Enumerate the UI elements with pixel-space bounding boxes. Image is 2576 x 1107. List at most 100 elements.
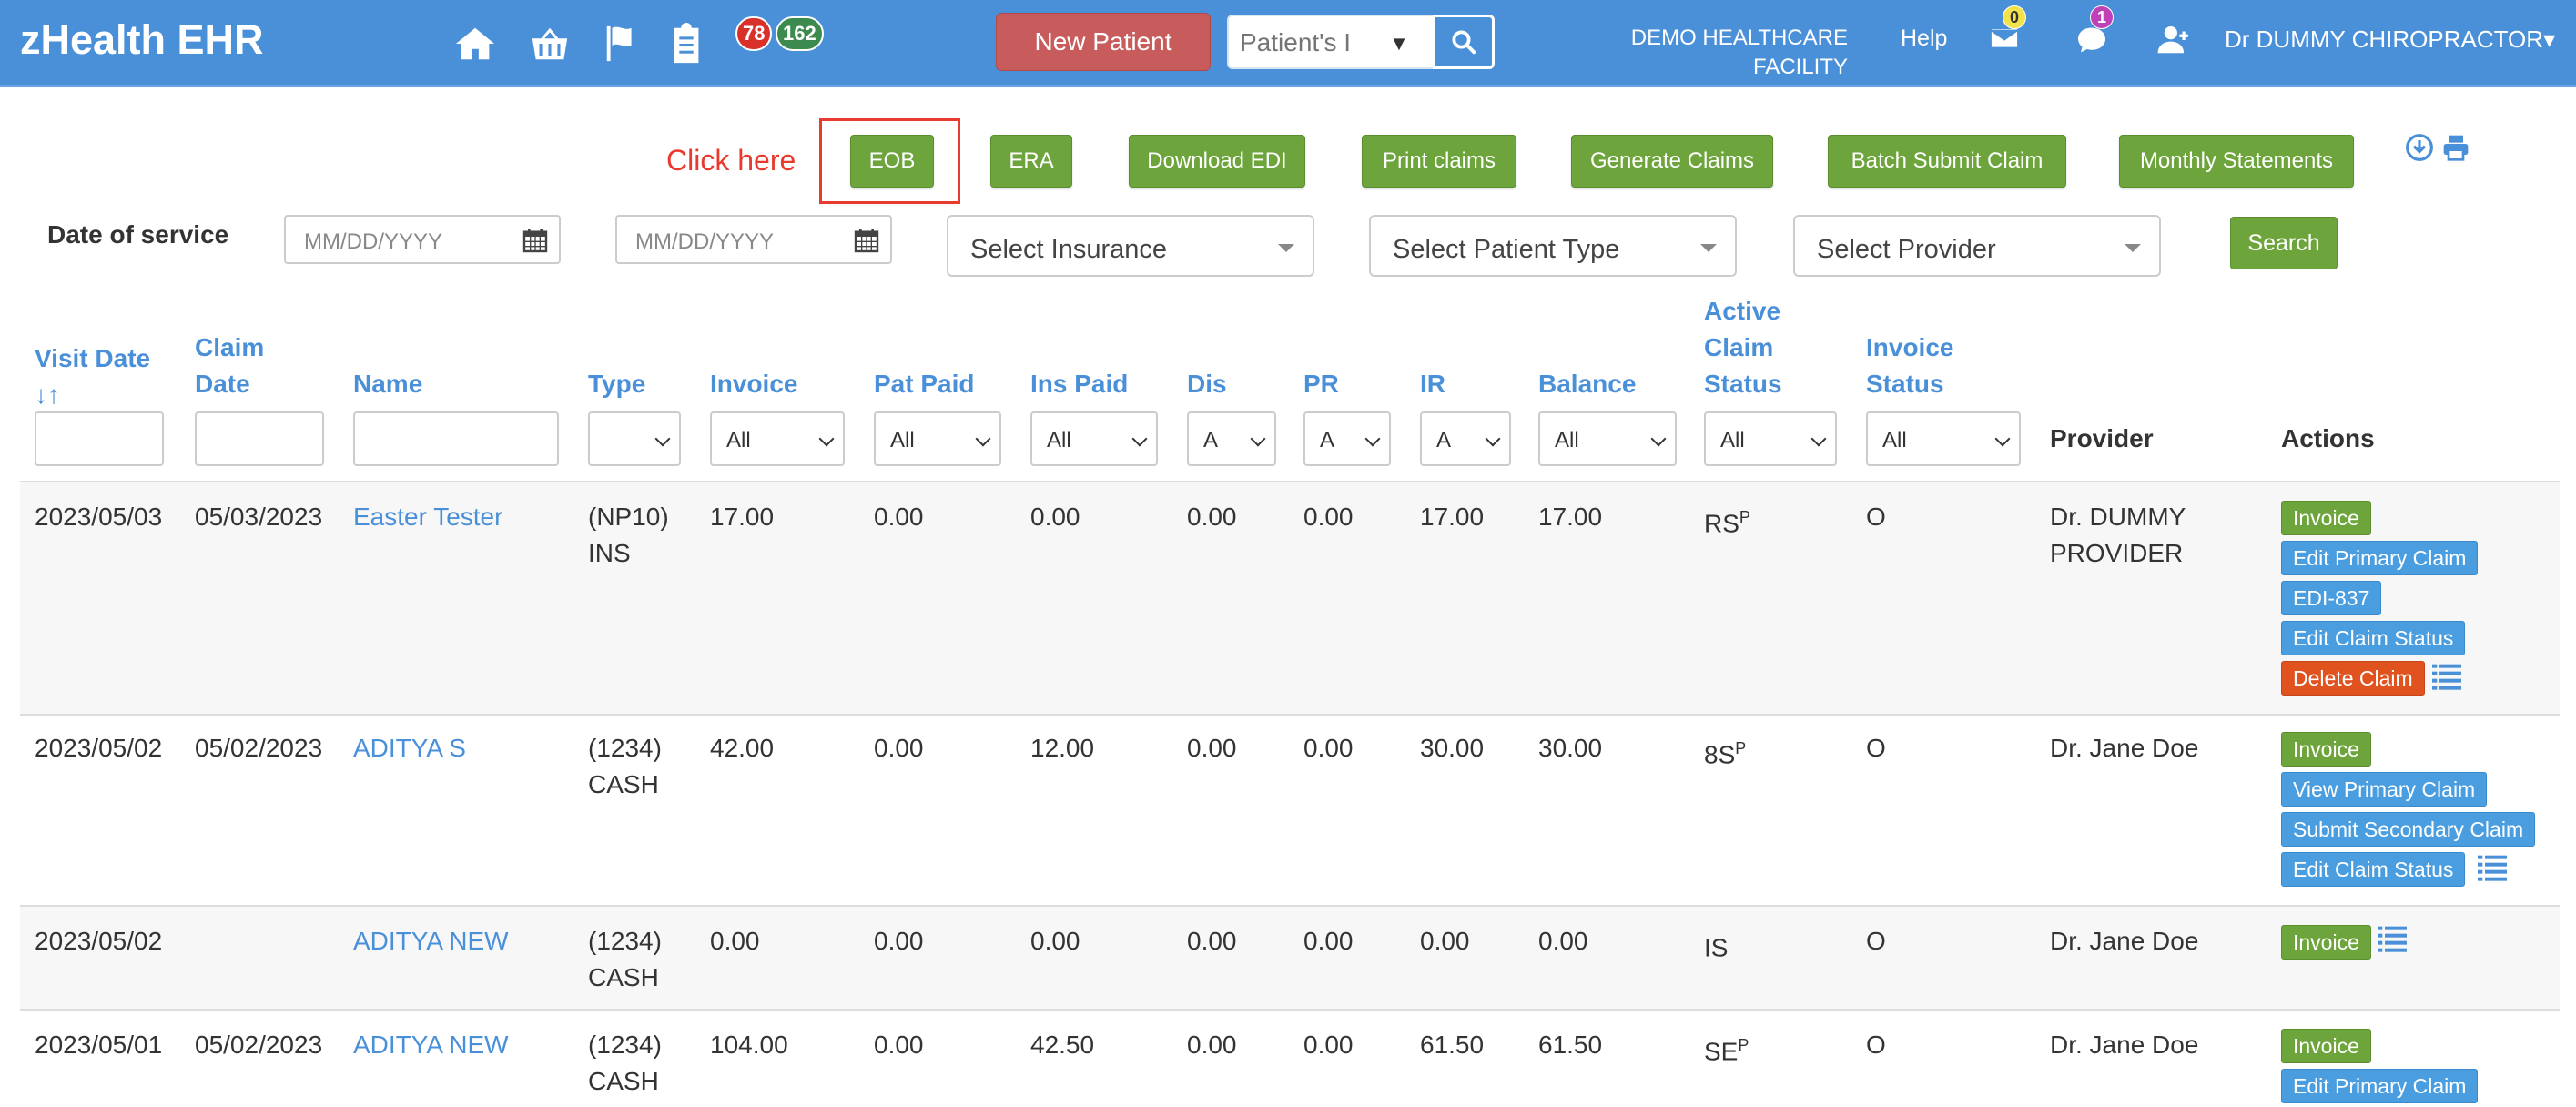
eob-button[interactable]: EOB (850, 135, 934, 188)
batch-submit-claim-button[interactable]: Batch Submit Claim (1828, 135, 2066, 188)
header-provider: Provider (2050, 424, 2154, 452)
insurance-select[interactable]: Select Insurance (947, 215, 1314, 277)
era-button[interactable]: ERA (990, 135, 1072, 188)
download-edi-button[interactable]: Download EDI (1129, 135, 1305, 188)
filter-search-button[interactable]: Search (2230, 217, 2338, 269)
calendar-icon[interactable] (521, 226, 550, 255)
invoice-button[interactable]: Invoice (2281, 1029, 2371, 1063)
chevron-down-icon (654, 431, 671, 447)
invoice-button[interactable]: Invoice (2281, 501, 2371, 535)
header-dis[interactable]: Dis (1187, 366, 1227, 402)
chevron-down-icon (1994, 431, 2011, 447)
invoice-filter-select[interactable]: All (710, 411, 845, 466)
edit-claim-status-button[interactable]: Edit Claim Status (2281, 852, 2466, 887)
acs-code: RS (1704, 509, 1739, 538)
download-icon[interactable] (2405, 133, 2434, 162)
balance-filter-select[interactable]: All (1538, 411, 1677, 466)
header-active-claim-status[interactable]: Active Claim Status (1704, 293, 1782, 402)
visit-date-cell: 2023/05/03 (35, 503, 163, 531)
patient-search-button[interactable] (1433, 15, 1495, 69)
ir-filter-select[interactable]: A (1420, 411, 1511, 466)
header-invoice[interactable]: Invoice (710, 366, 797, 402)
patient-type-select-value: Select Patient Type (1393, 235, 1620, 264)
clipboard-icon[interactable] (663, 20, 710, 67)
generate-claims-button[interactable]: Generate Claims (1571, 135, 1773, 188)
print-icon[interactable] (2441, 133, 2470, 162)
chevron-down-icon (1364, 431, 1381, 447)
submit-secondary-claim-button[interactable]: Submit Secondary Claim (2281, 812, 2536, 847)
flag-icon[interactable] (599, 20, 646, 67)
pr-cell: 0.00 (1303, 503, 1354, 531)
list-icon[interactable] (2478, 854, 2507, 881)
type-code: (NP10) (588, 503, 669, 531)
monthly-statements-button[interactable]: Monthly Statements (2119, 135, 2354, 188)
type-label: CASH (588, 1067, 659, 1095)
alerts-badge[interactable]: 78 (735, 16, 773, 51)
date-to-placeholder: MM/DD/YYYY (635, 229, 775, 254)
ins-paid-filter-select[interactable]: All (1030, 411, 1158, 466)
patient-search-input[interactable] (1240, 25, 1358, 60)
dis-filter-select[interactable]: A (1187, 411, 1276, 466)
add-user-icon[interactable] (2154, 20, 2194, 60)
visit-date-filter-input[interactable] (35, 411, 164, 466)
balance-cell: 0.00 (1538, 927, 1588, 955)
patient-name-link[interactable]: ADITYA NEW (353, 923, 509, 960)
search-dropdown-caret-icon[interactable]: ▼ (1385, 27, 1413, 60)
view-primary-claim-button[interactable]: View Primary Claim (2281, 772, 2488, 807)
edi-837-button[interactable]: EDI-837 (2281, 581, 2382, 615)
header-claim-date-line1: Claim (195, 333, 265, 361)
edit-primary-claim-button[interactable]: Edit Primary Claim (2281, 1069, 2479, 1103)
acs-superscript: P (1735, 739, 1747, 757)
basket-icon[interactable] (526, 20, 573, 67)
patient-type-select[interactable]: Select Patient Type (1369, 215, 1737, 277)
header-ir[interactable]: IR (1420, 366, 1445, 402)
print-claims-button[interactable]: Print claims (1362, 135, 1516, 188)
sort-icon[interactable]: ↓↑ (35, 377, 150, 413)
facility-name[interactable]: DEMO HEALTHCARE FACILITY (1629, 24, 1848, 82)
dropdown-arrow-icon (1278, 244, 1294, 252)
pat-paid-filter-select[interactable]: All (874, 411, 1001, 466)
patient-name-link[interactable]: ADITYA NEW (353, 1027, 509, 1063)
date-to-field[interactable]: MM/DD/YYYY (615, 215, 892, 264)
date-from-field[interactable]: MM/DD/YYYY (284, 215, 561, 264)
header-ins-paid[interactable]: Ins Paid (1030, 366, 1128, 402)
header-is-line1: Invoice (1866, 333, 1954, 361)
brand-logo[interactable]: zHealth EHR (20, 16, 264, 64)
tasks-badge[interactable]: 162 (776, 16, 824, 51)
header-invoice-status[interactable]: Invoice Status (1866, 330, 1953, 402)
home-icon[interactable] (451, 20, 499, 67)
invoice-cell: 104.00 (710, 1031, 788, 1059)
type-filter-select[interactable] (588, 411, 681, 466)
invoice-button[interactable]: Invoice (2281, 732, 2371, 767)
patient-name-link[interactable]: ADITYA S (353, 730, 466, 767)
user-menu[interactable]: Dr DUMMY CHIROPRACTOR▾ (2225, 25, 2555, 54)
header-type[interactable]: Type (588, 366, 645, 402)
delete-claim-button[interactable]: Delete Claim (2281, 661, 2425, 696)
visit-date-cell: 2023/05/01 (35, 1031, 163, 1059)
name-filter-input[interactable] (353, 411, 559, 466)
header-visit-date-label: Visit Date (35, 344, 151, 372)
list-icon[interactable] (2432, 663, 2461, 690)
invoice-status-filter-select[interactable]: All (1866, 411, 2021, 466)
edit-primary-claim-button[interactable]: Edit Primary Claim (2281, 541, 2479, 575)
list-icon[interactable] (2378, 925, 2407, 952)
header-pr[interactable]: PR (1303, 366, 1339, 402)
header-name[interactable]: Name (353, 366, 422, 402)
header-balance[interactable]: Balance (1538, 366, 1636, 402)
provider-select[interactable]: Select Provider (1793, 215, 2161, 277)
click-here-annotation: Click here (666, 144, 796, 177)
provider-cell: Dr. Jane Doe (2050, 734, 2199, 762)
edit-claim-status-button[interactable]: Edit Claim Status (2281, 621, 2466, 655)
pr-filter-select[interactable]: A (1303, 411, 1391, 466)
help-link[interactable]: Help (1901, 25, 1947, 52)
header-visit-date[interactable]: Visit Date ↓↑ (35, 340, 150, 413)
invoice-status-cell: O (1866, 734, 1886, 762)
calendar-icon[interactable] (852, 226, 881, 255)
patient-name-link[interactable]: Easter Tester (353, 499, 502, 535)
new-patient-button[interactable]: New Patient (996, 13, 1211, 71)
claim-date-filter-input[interactable] (195, 411, 324, 466)
header-claim-date[interactable]: Claim Date (195, 330, 264, 402)
invoice-button[interactable]: Invoice (2281, 925, 2371, 960)
active-claim-status-filter-select[interactable]: All (1704, 411, 1837, 466)
header-pat-paid[interactable]: Pat Paid (874, 366, 974, 402)
